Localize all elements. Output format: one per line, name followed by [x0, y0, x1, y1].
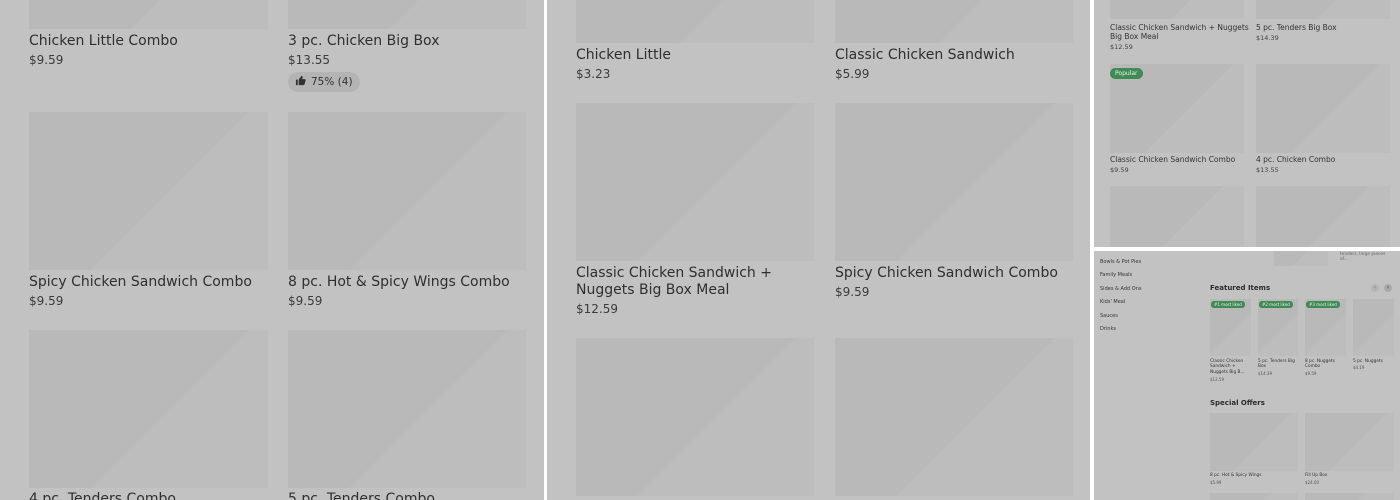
item-description: tenders, large pieces of... [1340, 252, 1386, 263]
chevron-left-icon[interactable]: ‹ [1371, 284, 1379, 292]
item-price: $14.39 [1256, 34, 1279, 42]
item-name[interactable]: Classic Chicken Sandwich [835, 47, 1015, 64]
item-price: $14.39 [1258, 371, 1272, 376]
item-price: $5.99 [835, 67, 870, 81]
item-price: $12.59 [1210, 377, 1224, 382]
most-liked-badge: #2 most liked [1259, 301, 1293, 308]
nav-item-kids-meal[interactable]: Kids' Meal [1100, 299, 1125, 305]
item-image[interactable] [1305, 493, 1394, 500]
menu-panel-1: Chicken Little Combo $9.59 3 pc. Chicken… [0, 0, 544, 500]
nav-item-sauces[interactable]: Sauces [1100, 313, 1118, 319]
item-price: $9.59 [835, 285, 870, 299]
item-price: $3.23 [576, 67, 611, 81]
item-price: $9.59 [288, 294, 323, 308]
item-name[interactable]: Classic Chicken Sandwich + Nuggets Big B… [1210, 359, 1252, 375]
rating-badge: 75% (4) [288, 72, 360, 92]
special-offers-heading: Special Offers [1210, 399, 1265, 407]
menu-panel-2: Chicken Little $3.23 Classic Chicken San… [547, 0, 1090, 500]
item-name[interactable]: 8 pc. Hot & Spicy Wings Combo [288, 274, 510, 291]
most-liked-badge: #1 most liked [1211, 301, 1245, 308]
item-price: $9.59 [29, 53, 64, 67]
item-image[interactable] [1256, 0, 1390, 19]
item-name[interactable]: 5 pc. Tenders Combo [288, 491, 435, 500]
item-name[interactable]: 8 pc. Nuggets Combo [1305, 359, 1347, 370]
nav-item-bowls[interactable]: Bowls & Pot Pies [1100, 259, 1141, 265]
item-image[interactable] [1210, 413, 1298, 471]
item-name[interactable]: Chicken Little Combo [29, 33, 178, 50]
item-price: $24.00 [1305, 480, 1319, 485]
thumbs-up-icon [295, 75, 306, 89]
item-image[interactable] [576, 0, 814, 43]
rating-text: 75% (4) [311, 76, 353, 88]
item-image[interactable] [1110, 0, 1244, 19]
item-price: $12.59 [1110, 43, 1133, 51]
item-name[interactable]: 3 pc. Chicken Big Box [288, 33, 439, 50]
item-name[interactable]: 5 pc. Tenders Big Box [1256, 23, 1337, 32]
item-name[interactable]: 8 pc. Hot & Spicy Wings [1210, 473, 1262, 478]
item-name[interactable]: 5 pc. Tenders Big Box [1258, 359, 1300, 370]
item-price: $12.59 [576, 302, 618, 316]
item-image[interactable] [1305, 413, 1394, 471]
featured-items-heading: Featured Items [1210, 284, 1271, 292]
item-image[interactable] [29, 330, 268, 488]
item-name[interactable]: Spicy Chicken Sandwich Combo [29, 274, 252, 291]
item-name[interactable]: Classic Chicken Sandwich + Nuggets Big B… [1110, 23, 1250, 41]
item-price: $9.59 [1305, 371, 1317, 376]
item-image[interactable] [576, 338, 814, 496]
chevron-right-icon[interactable]: › [1384, 284, 1392, 292]
item-price: $4.19 [1353, 365, 1365, 370]
item-image[interactable] [1110, 186, 1244, 247]
item-image[interactable] [835, 338, 1073, 496]
item-name[interactable]: Spicy Chicken Sandwich Combo [835, 265, 1058, 282]
item-price: $9.59 [1110, 166, 1129, 174]
item-name[interactable]: 5 pc. Nuggets [1353, 359, 1395, 364]
nav-item-family-meals[interactable]: Family Meals [1100, 272, 1132, 278]
item-price: $13.55 [1256, 166, 1279, 174]
menu-panel-4: tenders, large pieces of... Bowls & Pot … [1094, 251, 1400, 500]
nav-item-sides[interactable]: Sides & Add Ons [1100, 286, 1141, 292]
item-price: $9.59 [29, 294, 64, 308]
item-name[interactable]: Chicken Little [576, 47, 671, 64]
item-name[interactable]: Classic Chicken Sandwich Combo [1110, 155, 1235, 164]
item-image[interactable] [1353, 299, 1394, 356]
item-image[interactable] [576, 103, 814, 261]
most-liked-badge: #3 most liked [1306, 301, 1340, 308]
item-image[interactable] [288, 112, 526, 270]
item-image[interactable] [1210, 493, 1298, 500]
item-image[interactable] [288, 330, 526, 488]
item-image[interactable] [835, 103, 1073, 261]
item-image[interactable] [1256, 186, 1390, 247]
item-price: $5.99 [1210, 480, 1222, 485]
item-image[interactable] [835, 0, 1073, 43]
item-image[interactable] [29, 112, 268, 270]
item-name[interactable]: Classic Chicken Sandwich + Nuggets Big B… [576, 265, 818, 299]
item-name[interactable]: Fill Up Box [1305, 473, 1327, 478]
menu-panel-3: Classic Chicken Sandwich + Nuggets Big B… [1094, 0, 1400, 247]
item-name[interactable]: 4 pc. Tenders Combo [29, 491, 176, 500]
item-image[interactable] [1274, 251, 1328, 266]
nav-item-drinks[interactable]: Drinks [1100, 326, 1116, 332]
item-name[interactable]: 4 pc. Chicken Combo [1256, 155, 1335, 164]
item-image[interactable] [1256, 64, 1390, 153]
item-image[interactable] [288, 0, 526, 29]
item-price: $13.55 [288, 53, 330, 67]
item-image[interactable] [29, 0, 268, 29]
popular-badge: Popular [1110, 68, 1143, 79]
